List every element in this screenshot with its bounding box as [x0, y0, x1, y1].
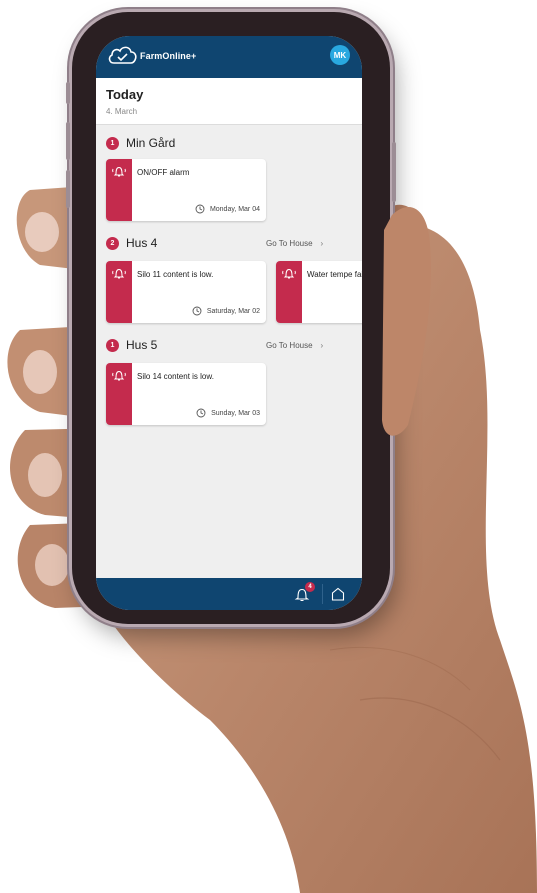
thumb-image — [382, 206, 431, 436]
stage: FarmOnline+ MK Today 4. March 1 Min Gård — [0, 0, 537, 893]
